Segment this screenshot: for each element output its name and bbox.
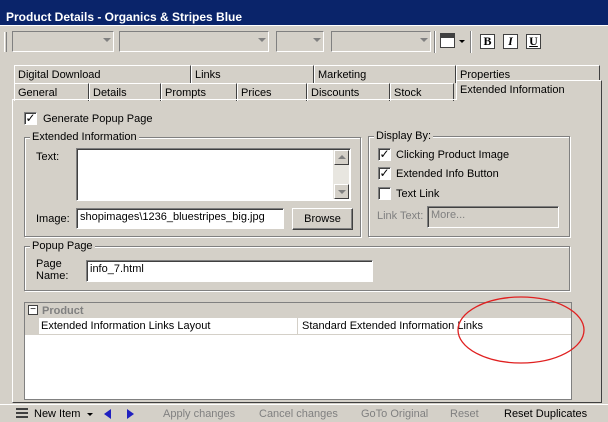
display-by-group-label: Display By:	[374, 130, 434, 142]
font-name-select[interactable]	[12, 31, 114, 52]
property-column-divider	[297, 318, 298, 335]
generate-popup-checkbox[interactable]: ✓	[24, 112, 37, 125]
tab-digital-download[interactable]: Digital Download	[14, 65, 191, 83]
italic-button[interactable]: I	[503, 34, 518, 49]
clicking-image-label: Clicking Product Image	[396, 149, 510, 161]
arrow-down-icon	[338, 190, 346, 194]
image-label: Image:	[36, 213, 70, 225]
window-title: Product Details - Organics & Stripes Blu…	[6, 10, 243, 24]
link-text-label: Link Text:	[377, 210, 424, 222]
tab-links[interactable]: Links	[191, 65, 314, 83]
style-select[interactable]	[331, 31, 431, 52]
page-name-label-line1: Page	[36, 258, 62, 270]
apply-changes-button[interactable]: Apply changes	[163, 408, 235, 420]
property-row-gutter	[25, 318, 39, 335]
cancel-changes-button[interactable]: Cancel changes	[259, 408, 338, 420]
info-button-label: Extended Info Button	[396, 168, 499, 180]
text-link-checkbox[interactable]	[378, 187, 391, 200]
chevron-down-icon	[420, 38, 428, 42]
extended-information-group-label: Extended Information	[30, 131, 139, 143]
popup-page-group-label: Popup Page	[30, 240, 95, 252]
chevron-down-icon[interactable]	[459, 40, 465, 43]
chevron-down-icon[interactable]	[87, 413, 93, 416]
next-arrow-icon[interactable]	[127, 409, 134, 419]
browse-button[interactable]: Browse	[292, 208, 353, 230]
text-link-label: Text Link	[396, 188, 440, 200]
info-button-checkbox[interactable]: ✓	[378, 167, 391, 180]
property-name: Extended Information Links Layout	[41, 320, 211, 332]
page-name-field[interactable]: info_7.html	[86, 260, 373, 282]
text-label: Text:	[36, 151, 60, 163]
toolbar-separator	[470, 31, 472, 53]
new-item-button[interactable]: New Item	[34, 408, 80, 420]
tab-extended-information[interactable]: Extended Information	[456, 80, 602, 100]
window-titlebar: Product Details - Organics & Stripes Blu…	[0, 0, 608, 26]
chevron-down-icon	[258, 38, 266, 42]
underline-button[interactable]: U	[526, 34, 541, 49]
tab-marketing[interactable]: Marketing	[314, 65, 456, 83]
collapse-icon[interactable]: −	[28, 305, 38, 315]
property-category-label: Product	[42, 305, 84, 317]
link-text-field[interactable]: More...	[427, 206, 559, 228]
bold-button[interactable]: B	[480, 34, 495, 49]
extended-text-area[interactable]	[76, 148, 351, 201]
scroll-up-button[interactable]	[334, 150, 349, 165]
scroll-down-button[interactable]	[334, 184, 349, 199]
list-icon[interactable]	[16, 407, 28, 419]
font-color-select[interactable]	[276, 31, 324, 52]
annotation-ellipse-shape	[457, 296, 585, 364]
arrow-up-icon	[338, 155, 346, 159]
page-name-label-line2: Name:	[36, 270, 69, 282]
image-path-field[interactable]: shopimages\1236_bluestripes_big.jpg	[76, 208, 284, 229]
goto-original-button[interactable]: GoTo Original	[361, 408, 428, 420]
reset-button[interactable]: Reset	[450, 408, 479, 420]
generate-popup-label: Generate Popup Page	[43, 113, 153, 125]
font-size-select[interactable]	[119, 31, 269, 52]
previous-arrow-icon[interactable]	[104, 409, 111, 419]
table-layout-icon[interactable]	[440, 33, 455, 48]
toolbar-grip[interactable]	[4, 32, 7, 52]
chevron-down-icon	[313, 38, 321, 42]
reset-duplicates-button[interactable]: Reset Duplicates	[504, 408, 587, 420]
annotation-ellipse	[457, 296, 585, 364]
chevron-down-icon	[103, 38, 111, 42]
toolbar-separator	[434, 31, 436, 53]
clicking-image-checkbox[interactable]: ✓	[378, 148, 391, 161]
